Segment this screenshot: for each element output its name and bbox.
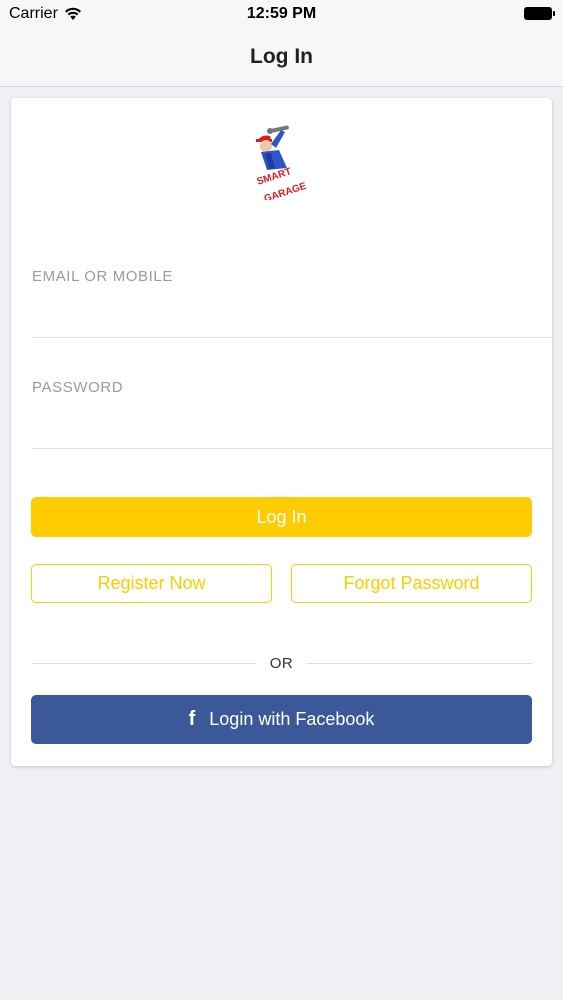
facebook-login-label: Login with Facebook (209, 709, 375, 729)
facebook-login-button[interactable]: f Login with Facebook (31, 695, 532, 744)
register-button[interactable]: Register Now (31, 564, 272, 603)
login-card: SMART GARAGE EMAIL OR MOBILE PASSWORD Lo… (11, 98, 552, 766)
navigation-bar: Log In (0, 30, 563, 87)
password-field[interactable] (32, 409, 552, 439)
email-label: EMAIL OR MOBILE (32, 268, 173, 285)
email-field[interactable] (32, 298, 552, 328)
forgot-password-button[interactable]: Forgot Password (291, 564, 532, 603)
login-button[interactable]: Log In (31, 497, 532, 537)
email-underline (32, 337, 552, 338)
battery-icon (524, 7, 555, 20)
facebook-icon: f (188, 708, 196, 730)
page-title: Log In (250, 45, 313, 68)
logo-text-smart: SMART (256, 166, 293, 187)
divider-right (307, 663, 532, 664)
status-bar: Carrier 12:59 PM (0, 0, 563, 30)
password-label: PASSWORD (32, 379, 124, 396)
mechanic-logo: SMART GARAGE (256, 125, 308, 200)
status-time: 12:59 PM (246, 5, 317, 22)
password-underline (32, 448, 552, 449)
